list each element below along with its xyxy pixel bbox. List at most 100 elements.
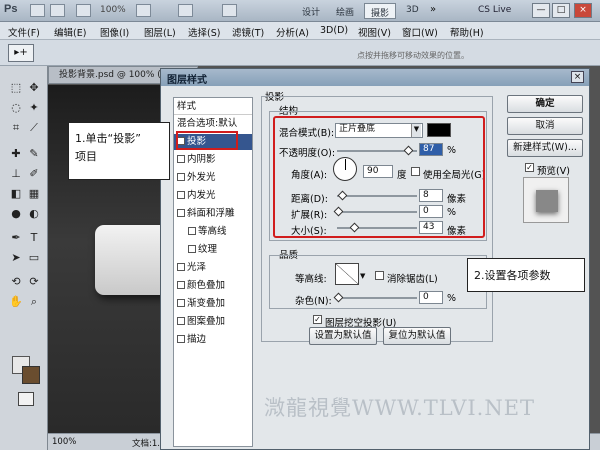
make-default-button[interactable]: 设置为默认值 bbox=[309, 327, 377, 345]
menu-3d[interactable]: 3D(D) bbox=[320, 25, 348, 36]
style-inner-glow[interactable]: 内发光 bbox=[174, 188, 252, 204]
dialog-close-icon[interactable]: × bbox=[571, 71, 584, 83]
hand-view-icon[interactable] bbox=[76, 4, 91, 17]
grid-icon[interactable] bbox=[136, 4, 151, 17]
inner-shadow-checkbox[interactable] bbox=[177, 155, 185, 163]
menu-file[interactable]: 文件(F) bbox=[8, 25, 40, 39]
gradient-overlay-checkbox[interactable] bbox=[177, 299, 185, 307]
menu-analysis[interactable]: 分析(A) bbox=[276, 25, 309, 39]
brush-tool-icon[interactable]: ✎ bbox=[26, 146, 42, 162]
eyedropper-icon[interactable]: ⟋ bbox=[26, 120, 42, 136]
contour-picker[interactable] bbox=[335, 263, 359, 285]
3d-rotate-icon[interactable]: ⟲ bbox=[8, 274, 24, 290]
zoom-preset[interactable]: 100% bbox=[100, 5, 126, 15]
shape-tool-icon[interactable]: ▭ bbox=[26, 250, 42, 266]
noise-input[interactable]: 0 bbox=[419, 291, 443, 304]
menu-view[interactable]: 视图(V) bbox=[358, 25, 391, 39]
quick-mask-icon[interactable] bbox=[18, 392, 34, 406]
style-blending-options[interactable]: 混合选项:默认 bbox=[174, 116, 252, 132]
options-hint: 点按并拖移可移动效果的位置。 bbox=[357, 51, 469, 60]
clone-stamp-icon[interactable]: ⊥ bbox=[8, 166, 24, 182]
antialias-label: 消除锯齿(L) bbox=[387, 274, 438, 285]
ok-button[interactable]: 确定 bbox=[507, 95, 583, 113]
minimize-button[interactable]: — bbox=[532, 3, 550, 18]
menu-filter[interactable]: 滤镜(T) bbox=[232, 25, 264, 39]
texture-checkbox[interactable] bbox=[188, 245, 196, 253]
workspace-more-icon[interactable]: » bbox=[430, 4, 436, 15]
mini-bridge-icon[interactable] bbox=[50, 4, 65, 17]
menu-help[interactable]: 帮助(H) bbox=[450, 25, 484, 39]
style-color-overlay[interactable]: 颜色叠加 bbox=[174, 278, 252, 294]
styles-header[interactable]: 样式 bbox=[174, 99, 252, 115]
screen-mode-icon[interactable] bbox=[222, 4, 237, 17]
path-select-icon[interactable]: ➤ bbox=[8, 250, 24, 266]
reset-default-button[interactable]: 复位为默认值 bbox=[383, 327, 451, 345]
style-contour[interactable]: 等高线 bbox=[174, 224, 252, 240]
color-overlay-checkbox[interactable] bbox=[177, 281, 185, 289]
arrange-docs-icon[interactable] bbox=[178, 4, 193, 17]
gradient-tool-icon[interactable]: ▦ bbox=[26, 186, 42, 202]
menu-layer[interactable]: 图层(L) bbox=[144, 25, 176, 39]
style-bevel-emboss[interactable]: 斜面和浮雕 bbox=[174, 206, 252, 222]
workspace-tab-design[interactable]: 设计 bbox=[296, 3, 326, 19]
style-satin[interactable]: 光泽 bbox=[174, 260, 252, 276]
photoshop-logo: Ps bbox=[4, 3, 18, 15]
step1-line1: 1.单击“投影” bbox=[75, 132, 141, 145]
move-tool-icon[interactable]: ✥ bbox=[26, 80, 42, 96]
workspace-tab-photography[interactable]: 摄影 bbox=[364, 3, 397, 19]
bridge-icon[interactable] bbox=[30, 4, 45, 17]
type-tool-icon[interactable]: T bbox=[26, 230, 42, 246]
preview-label: 预览(V) bbox=[537, 166, 570, 177]
background-color-swatch[interactable] bbox=[22, 366, 40, 384]
preview-checkbox[interactable]: ✓ bbox=[525, 163, 534, 172]
contour-checkbox[interactable] bbox=[188, 227, 196, 235]
style-pattern-overlay[interactable]: 图案叠加 bbox=[174, 314, 252, 330]
blur-tool-icon[interactable]: ● bbox=[8, 206, 24, 222]
zoom-tool-icon[interactable]: ⌕ bbox=[26, 294, 42, 310]
menu-image[interactable]: 图像(I) bbox=[100, 25, 129, 39]
menu-window[interactable]: 窗口(W) bbox=[402, 25, 438, 39]
maximize-button[interactable]: □ bbox=[552, 3, 570, 18]
style-outer-glow[interactable]: 外发光 bbox=[174, 170, 252, 186]
healing-brush-icon[interactable]: ✚ bbox=[8, 146, 24, 162]
eraser-icon[interactable]: ◧ bbox=[8, 186, 24, 202]
style-texture[interactable]: 纹理 bbox=[174, 242, 252, 258]
watermark: 溦龍視覺WWW.TLVI.NET bbox=[264, 396, 536, 420]
3d-orbit-icon[interactable]: ⟳ bbox=[26, 274, 42, 290]
style-inner-shadow[interactable]: 内阴影 bbox=[174, 152, 252, 168]
marquee-tool-icon[interactable]: ⬚ bbox=[8, 80, 24, 96]
hand-tool-icon[interactable]: ✋ bbox=[8, 294, 24, 310]
knockout-checkbox[interactable]: ✓ bbox=[313, 315, 322, 324]
workspace-tab-paint[interactable]: 绘画 bbox=[330, 3, 360, 19]
noise-slider-track[interactable] bbox=[337, 297, 417, 299]
cancel-button[interactable]: 取消 bbox=[507, 117, 583, 135]
outer-glow-checkbox[interactable] bbox=[177, 173, 185, 181]
status-zoom[interactable]: 100% bbox=[52, 437, 76, 447]
antialias-checkbox[interactable] bbox=[375, 271, 384, 280]
close-window-button[interactable]: × bbox=[574, 3, 592, 18]
new-style-button[interactable]: 新建样式(W)... bbox=[507, 139, 583, 157]
menu-select[interactable]: 选择(S) bbox=[188, 25, 220, 39]
noise-label: 杂色(N): bbox=[295, 296, 332, 307]
contour-chevron-down-icon[interactable]: ▼ bbox=[360, 272, 365, 280]
style-gradient-overlay[interactable]: 渐变叠加 bbox=[174, 296, 252, 312]
crop-tool-icon[interactable]: ⌗ bbox=[8, 120, 24, 136]
workspace-tab-3d[interactable]: 3D bbox=[400, 3, 425, 19]
toolbox: ⬚ ✥ ◌ ✦ ⌗ ⟋ ✚ ✎ ⊥ ✐ ◧ ▦ ● ◐ ✒ T ➤ ▭ ⟲ ⟳ … bbox=[0, 66, 48, 450]
magic-wand-icon[interactable]: ✦ bbox=[26, 100, 42, 116]
noise-unit: % bbox=[447, 293, 457, 304]
move-tool-preset[interactable]: ▸+ bbox=[8, 44, 34, 62]
menu-edit[interactable]: 编辑(E) bbox=[54, 25, 86, 39]
style-stroke[interactable]: 描边 bbox=[174, 332, 252, 348]
lasso-tool-icon[interactable]: ◌ bbox=[8, 100, 24, 116]
pen-tool-icon[interactable]: ✒ bbox=[8, 230, 24, 246]
bevel-emboss-checkbox[interactable] bbox=[177, 209, 185, 217]
menu-bar: 文件(F) 编辑(E) 图像(I) 图层(L) 选择(S) 滤镜(T) 分析(A… bbox=[0, 22, 600, 40]
cs-live-button[interactable]: CS Live bbox=[478, 5, 511, 15]
history-brush-icon[interactable]: ✐ bbox=[26, 166, 42, 182]
inner-glow-checkbox[interactable] bbox=[177, 191, 185, 199]
satin-checkbox[interactable] bbox=[177, 263, 185, 271]
pattern-overlay-checkbox[interactable] bbox=[177, 317, 185, 325]
dodge-tool-icon[interactable]: ◐ bbox=[26, 206, 42, 222]
stroke-checkbox[interactable] bbox=[177, 335, 185, 343]
